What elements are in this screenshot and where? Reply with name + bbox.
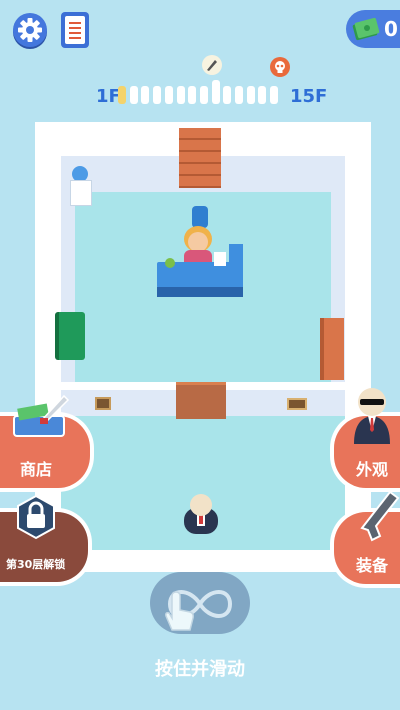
skin-label: 外观: [356, 460, 389, 479]
desk-front: [157, 287, 243, 297]
desk-side: [229, 244, 243, 288]
wall-picture-left: [95, 397, 111, 410]
progress-segment: [246, 86, 255, 104]
shop-label: 商店: [20, 460, 53, 479]
progress-segment: [211, 80, 220, 104]
progress-segment: [176, 86, 185, 104]
boss-head: [188, 232, 208, 252]
shop-icon: [13, 394, 70, 437]
progress-segment: [129, 86, 138, 104]
progress-segment: [223, 86, 232, 104]
progress-segment: [199, 86, 208, 104]
shop-button[interactable]: 商店: [0, 394, 94, 492]
water-cooler: [70, 166, 92, 206]
equip-label: 装备: [356, 556, 389, 575]
pistol-icon: [360, 490, 400, 542]
equip-button[interactable]: 装备: [330, 490, 400, 588]
stairs: [179, 128, 221, 190]
notes-icon: [65, 16, 85, 44]
office-chair: [192, 206, 208, 228]
progress-segment: [188, 86, 197, 104]
desk-monitor: [214, 252, 226, 266]
progress-segment: [258, 86, 267, 104]
wall-picture-right: [287, 398, 307, 410]
progress-segment: [270, 86, 279, 104]
progress-segment: [235, 86, 243, 104]
settings-icon: [18, 18, 42, 42]
skull-icon: [270, 57, 290, 77]
wall-bench: [320, 318, 344, 380]
locked-floor-button[interactable]: 第30层解锁: [0, 494, 92, 586]
knife-icon: [202, 55, 222, 75]
green-cabinet: [55, 312, 85, 360]
cash-icon: [352, 17, 380, 41]
skin-button[interactable]: 外观: [330, 388, 400, 492]
notes-button[interactable]: [61, 12, 89, 48]
progress-segment: [153, 86, 162, 104]
progress-segment: [141, 86, 150, 104]
cash-counter: 0: [346, 10, 400, 48]
desk-plant: [165, 258, 175, 268]
swipe-hint-text: 按住并滑动: [155, 659, 245, 680]
swipe-pad[interactable]: [150, 572, 250, 634]
suit-icon: [354, 388, 390, 444]
lock-icon: [17, 494, 55, 540]
progress-segment: [164, 86, 173, 104]
end-floor-label: 15F: [290, 86, 328, 107]
door: [176, 382, 226, 419]
hand-icon: [165, 591, 194, 631]
locked-floor-label: 第30层解锁: [6, 558, 66, 571]
settings-button[interactable]: [13, 13, 47, 47]
progress-segment: [118, 86, 126, 104]
cash-count: 0: [384, 17, 398, 41]
player-character: [184, 494, 218, 534]
